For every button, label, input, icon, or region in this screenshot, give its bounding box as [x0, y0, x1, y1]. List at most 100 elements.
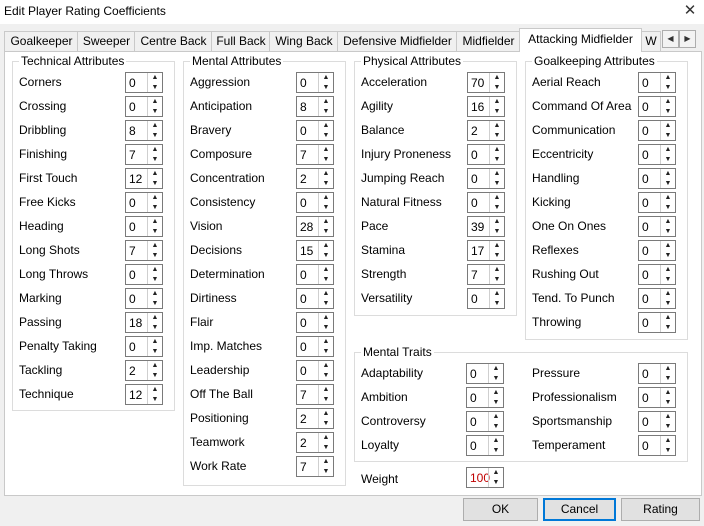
spin-down-icon[interactable]: ▼: [148, 131, 162, 140]
value-spinner[interactable]: 7 ▲ ▼: [296, 144, 334, 165]
spin-down-icon[interactable]: ▼: [490, 107, 504, 116]
value-spinner[interactable]: 0 ▲ ▼: [638, 168, 676, 189]
spin-down-icon[interactable]: ▼: [319, 131, 333, 140]
value-spinner[interactable]: 0 ▲ ▼: [467, 144, 505, 165]
spin-down-icon[interactable]: ▼: [148, 155, 162, 164]
spin-up-icon[interactable]: ▲: [661, 121, 675, 130]
spin-down-icon[interactable]: ▼: [661, 83, 675, 92]
spin-down-icon[interactable]: ▼: [148, 227, 162, 236]
spin-down-icon[interactable]: ▼: [148, 395, 162, 404]
cancel-button[interactable]: Cancel: [543, 498, 616, 521]
value-spinner[interactable]: 0 ▲ ▼: [125, 216, 163, 237]
tab-centre-back[interactable]: Centre Back: [134, 31, 213, 51]
value-spinner[interactable]: 16 ▲ ▼: [467, 96, 505, 117]
spin-down-icon[interactable]: ▼: [489, 446, 503, 455]
value-spinner[interactable]: 0 ▲ ▼: [125, 96, 163, 117]
spin-up-icon[interactable]: ▲: [490, 169, 504, 178]
spin-up-icon[interactable]: ▲: [661, 436, 675, 445]
spin-up-icon[interactable]: ▲: [319, 145, 333, 154]
value-spinner[interactable]: 7 ▲ ▼: [125, 144, 163, 165]
spin-up-icon[interactable]: ▲: [661, 289, 675, 298]
spin-up-icon[interactable]: ▲: [148, 73, 162, 82]
value-spinner[interactable]: 17 ▲ ▼: [467, 240, 505, 261]
value-spinner[interactable]: 2 ▲ ▼: [467, 120, 505, 141]
spin-up-icon[interactable]: ▲: [319, 385, 333, 394]
spin-up-icon[interactable]: ▲: [319, 433, 333, 442]
spin-down-icon[interactable]: ▼: [661, 131, 675, 140]
value-spinner[interactable]: 0 ▲ ▼: [296, 192, 334, 213]
spin-up-icon[interactable]: ▲: [489, 412, 503, 421]
tab-w[interactable]: W: [641, 31, 661, 51]
value-spinner[interactable]: 0 ▲ ▼: [125, 288, 163, 309]
value-spinner[interactable]: 0 ▲ ▼: [296, 264, 334, 285]
spin-up-icon[interactable]: ▲: [148, 145, 162, 154]
spin-down-icon[interactable]: ▼: [148, 83, 162, 92]
spin-up-icon[interactable]: ▲: [490, 73, 504, 82]
spin-down-icon[interactable]: ▼: [661, 203, 675, 212]
spin-down-icon[interactable]: ▼: [490, 227, 504, 236]
value-spinner[interactable]: 8 ▲ ▼: [125, 120, 163, 141]
spin-up-icon[interactable]: ▲: [319, 97, 333, 106]
spin-down-icon[interactable]: ▼: [319, 203, 333, 212]
spin-down-icon[interactable]: ▼: [319, 323, 333, 332]
tab-full-back[interactable]: Full Back: [211, 31, 271, 51]
spin-up-icon[interactable]: ▲: [148, 217, 162, 226]
value-spinner[interactable]: 0 ▲ ▼: [125, 192, 163, 213]
value-spinner[interactable]: 70 ▲ ▼: [467, 72, 505, 93]
spin-down-icon[interactable]: ▼: [490, 203, 504, 212]
spin-up-icon[interactable]: ▲: [490, 121, 504, 130]
spin-up-icon[interactable]: ▲: [661, 97, 675, 106]
spin-down-icon[interactable]: ▼: [489, 374, 503, 383]
spin-down-icon[interactable]: ▼: [490, 131, 504, 140]
spin-up-icon[interactable]: ▲: [319, 73, 333, 82]
spin-down-icon[interactable]: ▼: [661, 227, 675, 236]
spin-down-icon[interactable]: ▼: [148, 251, 162, 260]
value-spinner[interactable]: 0 ▲ ▼: [638, 72, 676, 93]
spin-up-icon[interactable]: ▲: [490, 265, 504, 274]
spin-down-icon[interactable]: ▼: [661, 323, 675, 332]
spin-down-icon[interactable]: ▼: [661, 107, 675, 116]
spin-up-icon[interactable]: ▲: [148, 121, 162, 130]
spin-up-icon[interactable]: ▲: [319, 313, 333, 322]
value-spinner[interactable]: 0 ▲ ▼: [296, 72, 334, 93]
spin-down-icon[interactable]: ▼: [490, 275, 504, 284]
spin-down-icon[interactable]: ▼: [319, 395, 333, 404]
value-spinner[interactable]: 15 ▲ ▼: [296, 240, 334, 261]
spin-up-icon[interactable]: ▲: [319, 337, 333, 346]
spin-up-icon[interactable]: ▲: [319, 457, 333, 466]
value-spinner[interactable]: 7 ▲ ▼: [296, 384, 334, 405]
spin-down-icon[interactable]: ▼: [661, 299, 675, 308]
spin-up-icon[interactable]: ▲: [148, 97, 162, 106]
value-spinner[interactable]: 0 ▲ ▼: [466, 435, 504, 456]
value-spinner[interactable]: 0 ▲ ▼: [638, 435, 676, 456]
value-spinner[interactable]: 0 ▲ ▼: [125, 72, 163, 93]
spin-up-icon[interactable]: ▲: [661, 313, 675, 322]
spin-down-icon[interactable]: ▼: [319, 227, 333, 236]
spin-down-icon[interactable]: ▼: [148, 323, 162, 332]
spin-down-icon[interactable]: ▼: [490, 83, 504, 92]
spin-up-icon[interactable]: ▲: [148, 265, 162, 274]
spin-down-icon[interactable]: ▼: [319, 107, 333, 116]
spin-up-icon[interactable]: ▲: [319, 241, 333, 250]
value-spinner[interactable]: 0 ▲ ▼: [638, 387, 676, 408]
spin-down-icon[interactable]: ▼: [148, 299, 162, 308]
spin-down-icon[interactable]: ▼: [319, 179, 333, 188]
weight-spinner[interactable]: 100 ▲ ▼: [466, 467, 504, 488]
spin-down-icon[interactable]: ▼: [148, 275, 162, 284]
spin-up-icon[interactable]: ▲: [489, 436, 503, 445]
spin-up-icon[interactable]: ▲: [490, 193, 504, 202]
spin-down-icon[interactable]: ▼: [661, 374, 675, 383]
spin-down-icon[interactable]: ▼: [490, 251, 504, 260]
spin-down-icon[interactable]: ▼: [490, 179, 504, 188]
value-spinner[interactable]: 0 ▲ ▼: [638, 96, 676, 117]
value-spinner[interactable]: 0 ▲ ▼: [638, 192, 676, 213]
value-spinner[interactable]: 2 ▲ ▼: [125, 360, 163, 381]
value-spinner[interactable]: 8 ▲ ▼: [296, 96, 334, 117]
spin-up-icon[interactable]: ▲: [661, 364, 675, 373]
spin-down-icon[interactable]: ▼: [661, 251, 675, 260]
spin-down-icon[interactable]: ▼: [148, 347, 162, 356]
spin-up-icon[interactable]: ▲: [319, 361, 333, 370]
value-spinner[interactable]: 0 ▲ ▼: [296, 312, 334, 333]
spin-down-icon[interactable]: ▼: [319, 371, 333, 380]
spin-up-icon[interactable]: ▲: [148, 169, 162, 178]
